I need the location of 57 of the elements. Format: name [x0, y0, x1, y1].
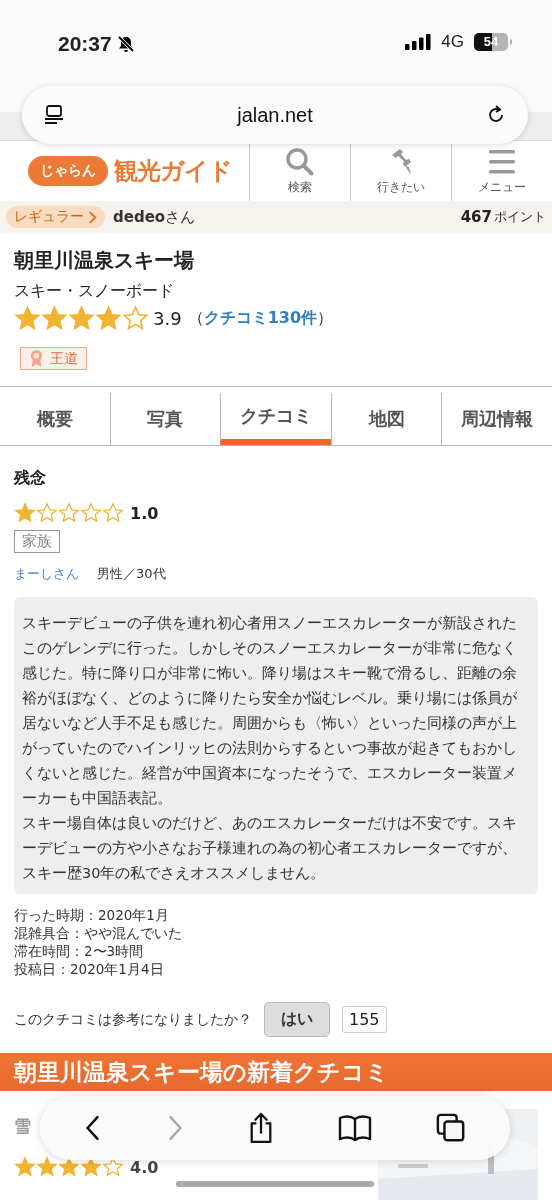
share-icon[interactable]	[248, 1112, 274, 1144]
review-detail: 混雑具合：やや混んでいた	[14, 924, 183, 942]
star-icon	[14, 1156, 36, 1178]
star-icon	[14, 304, 41, 332]
section-heading: 朝里川温泉スキー場の新着クチコミ	[0, 1053, 552, 1091]
review-detail: 行った時期：2020年1月	[14, 906, 170, 924]
review-title: 残念	[14, 467, 47, 489]
signal-icon	[405, 34, 432, 50]
user-name: dedeoさん	[113, 207, 196, 227]
star-icon	[41, 304, 68, 332]
star-icon	[102, 502, 124, 524]
review-detail: 投稿日：2020年1月4日	[14, 960, 165, 978]
tab[interactable]: 周辺情報	[441, 393, 552, 445]
tab[interactable]: クチコミ	[220, 393, 331, 445]
star-icon	[68, 304, 95, 332]
points-unit: ポイント	[494, 208, 546, 226]
reader-icon[interactable]	[42, 103, 66, 127]
search-icon	[285, 146, 315, 177]
star-icon	[122, 304, 149, 332]
network-label: 4G	[441, 32, 464, 52]
clock-time: 20:37	[58, 32, 112, 56]
rating-value: 1.0	[130, 503, 159, 523]
star-icon	[58, 502, 80, 524]
star-icon	[14, 502, 36, 524]
author-link[interactable]: まーしさん	[14, 565, 79, 583]
star-icon	[36, 502, 58, 524]
tab[interactable]: 概要	[0, 393, 110, 445]
url-text: jalan.net	[237, 103, 313, 127]
parenthesis: ）	[317, 307, 334, 329]
star-icon	[80, 502, 102, 524]
tab[interactable]: 写真	[109, 393, 221, 445]
review-text: スキー場自体は良いのだけど、あのエスカレーターだけは不安です。スキーデビューの方や小さなお子様連れの為の初心者エスカレーターですが、スキー歴30年の私でさえオススメしません。	[22, 814, 518, 883]
ribbon-icon	[29, 349, 44, 368]
address-bar[interactable]: jalan.net	[22, 86, 528, 144]
book-icon[interactable]	[338, 1114, 372, 1142]
companion-tag: 家族	[14, 530, 60, 553]
spot-badge: 王道	[20, 347, 87, 370]
back-icon[interactable]	[84, 1114, 102, 1142]
star-icon	[95, 304, 122, 332]
star-icon	[36, 1156, 58, 1178]
chevron-icon	[88, 210, 97, 224]
rating-value: 4.0	[130, 1157, 159, 1177]
points-value: 467	[460, 208, 492, 226]
tab[interactable]: 地図	[330, 393, 442, 445]
author-info: 男性／30代	[97, 565, 166, 583]
helpful-question: このクチコミは参考になりましたか？	[14, 1010, 252, 1029]
review-title: 雪	[14, 1115, 31, 1138]
spot-category: スキー・スノーボード	[14, 280, 175, 302]
parenthesis: （	[187, 307, 204, 329]
rating-value: 3.9	[153, 307, 182, 329]
review-detail: 滞在時間：2〜3時間	[14, 942, 145, 960]
tabs-icon[interactable]	[436, 1113, 466, 1143]
review-text: スキーデビューの子供を連れ初心者用スノーエスカレーターが新設されたこのゲレンデに行った。しかしそのスノーエスカレーターが非常に危なく感じた。特に降り口が非常に怖い。降り場はスキー靴で滑るし、距離の余裕がほぼなく、どのように降りたら安全か悩むレベル。乗り場には係員が居ないなど人手不足も感じた。周囲からも〈怖い〉といった同様の声が上がっていたのでハインリッヒの法則からするといつ事故が起きてもおかしくないと感じた。経営が中国資本になったそうで、エスカレーター装置メーカーも中国語表記。	[22, 614, 518, 808]
yes-button[interactable]: はい	[264, 1002, 330, 1037]
spot-title: 朝里川温泉スキー場	[14, 247, 195, 274]
review-count-link[interactable]: クチコミ130件	[203, 307, 318, 329]
helpful-count: 155	[342, 1006, 387, 1033]
